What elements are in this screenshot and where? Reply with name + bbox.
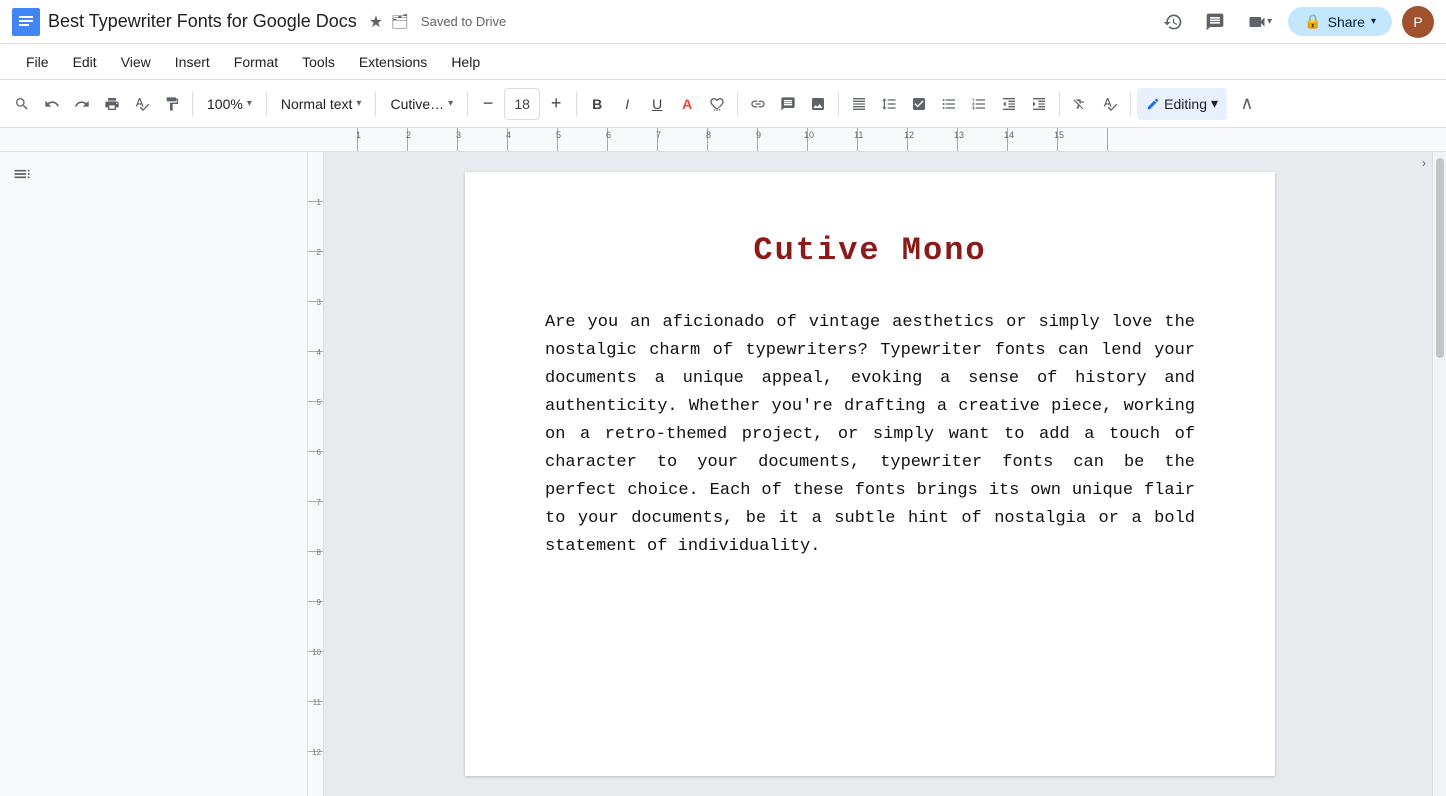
link-button[interactable] (744, 88, 772, 120)
meet-chevron[interactable]: ▾ (1267, 16, 1272, 27)
cloud-save: Saved to Drive (421, 14, 506, 29)
toolbar: 100% ▾ Normal text ▾ Cutive… ▾ − 18 + B … (0, 80, 1446, 128)
vertical-ruler: 1 2 3 4 5 6 7 8 9 10 11 12 13 14 (308, 152, 324, 796)
scroll-thumb[interactable] (1436, 158, 1444, 358)
menu-help[interactable]: Help (441, 50, 490, 74)
left-sidebar (0, 152, 308, 796)
underline-button[interactable]: U (643, 88, 671, 120)
ruler: 1 2 3 4 5 6 7 8 9 10 11 12 13 14 15 (0, 128, 1446, 152)
meet-button[interactable]: ▾ (1241, 6, 1278, 38)
checklist-button[interactable] (905, 88, 933, 120)
document-body[interactable]: Are you an aficionado of vintage aesthet… (545, 309, 1195, 561)
document-heading: Cutive Mono (545, 232, 1195, 269)
scrollbar[interactable] (1432, 152, 1446, 796)
sep5 (576, 92, 577, 116)
sep7 (838, 92, 839, 116)
text-color-button[interactable]: A (673, 88, 701, 120)
style-dropdown[interactable]: Normal text ▾ (273, 88, 370, 120)
spellcheck-button[interactable] (128, 88, 156, 120)
align-button[interactable] (845, 88, 873, 120)
image-button[interactable] (804, 88, 832, 120)
indent-dec-button[interactable] (995, 88, 1023, 120)
menu-tools[interactable]: Tools (292, 50, 345, 74)
star-icon[interactable]: ★ (369, 12, 383, 32)
share-button[interactable]: 🔒 Share ▾ (1288, 7, 1392, 36)
folder-icon[interactable]: 🗂 (391, 13, 409, 30)
lock-icon: 🔒 (1304, 13, 1321, 30)
font-size-increase[interactable]: + (542, 88, 570, 120)
spelling-button[interactable] (1096, 88, 1124, 120)
ruler-content: 1 2 3 4 5 6 7 8 9 10 11 12 13 14 15 (308, 128, 1118, 152)
sep3 (375, 92, 376, 116)
paint-format-button[interactable] (158, 88, 186, 120)
redo-button[interactable] (68, 88, 96, 120)
font-size-input[interactable]: 18 (504, 88, 540, 120)
avatar[interactable]: P (1402, 6, 1434, 38)
share-chevron[interactable]: ▾ (1371, 16, 1376, 27)
sep4 (467, 92, 468, 116)
italic-button[interactable]: I (613, 88, 641, 120)
page[interactable]: Cutive Mono Are you an aficionado of vin… (465, 172, 1275, 776)
outline-icon[interactable] (0, 152, 307, 201)
docs-icon (12, 8, 40, 36)
editing-label: Editing (1164, 96, 1207, 112)
highlight-button[interactable] (703, 88, 731, 120)
doc-container[interactable]: Cutive Mono Are you an aficionado of vin… (324, 152, 1416, 796)
font-dropdown[interactable]: Cutive… ▾ (382, 88, 461, 120)
main-area: 1 2 3 4 5 6 7 8 9 10 11 12 13 14 Cutive … (0, 152, 1446, 796)
editing-dropdown[interactable]: Editing ▾ (1137, 88, 1227, 120)
sep2 (266, 92, 267, 116)
undo-button[interactable] (38, 88, 66, 120)
search-button[interactable] (8, 88, 36, 120)
numbered-list-button[interactable] (965, 88, 993, 120)
sep9 (1130, 92, 1131, 116)
clear-format-button[interactable] (1066, 88, 1094, 120)
expand-icon[interactable]: › (1422, 156, 1426, 170)
menu-extensions[interactable]: Extensions (349, 50, 437, 74)
history-button[interactable] (1157, 6, 1189, 38)
menu-edit[interactable]: Edit (63, 50, 107, 74)
line-spacing-button[interactable] (875, 88, 903, 120)
doc-title[interactable]: Best Typewriter Fonts for Google Docs (48, 11, 357, 32)
menu-bar: File Edit View Insert Format Tools Exten… (0, 44, 1446, 80)
indent-inc-button[interactable] (1025, 88, 1053, 120)
sep8 (1059, 92, 1060, 116)
menu-insert[interactable]: Insert (165, 50, 220, 74)
right-edge[interactable]: › (1416, 152, 1432, 796)
menu-file[interactable]: File (16, 50, 59, 74)
comment-button[interactable] (774, 88, 802, 120)
zoom-dropdown[interactable]: 100% ▾ (199, 88, 260, 120)
print-button[interactable] (98, 88, 126, 120)
sep6 (737, 92, 738, 116)
bullet-list-button[interactable] (935, 88, 963, 120)
menu-view[interactable]: View (111, 50, 161, 74)
font-size-decrease[interactable]: − (474, 88, 502, 120)
toolbar-collapse[interactable]: ∧ (1233, 88, 1261, 120)
comments-button[interactable] (1199, 6, 1231, 38)
share-label: Share (1328, 14, 1365, 30)
menu-format[interactable]: Format (224, 50, 288, 74)
editing-chevron[interactable]: ▾ (1211, 95, 1218, 112)
title-bar: Best Typewriter Fonts for Google Docs ★ … (0, 0, 1446, 44)
bold-button[interactable]: B (583, 88, 611, 120)
sep1 (192, 92, 193, 116)
